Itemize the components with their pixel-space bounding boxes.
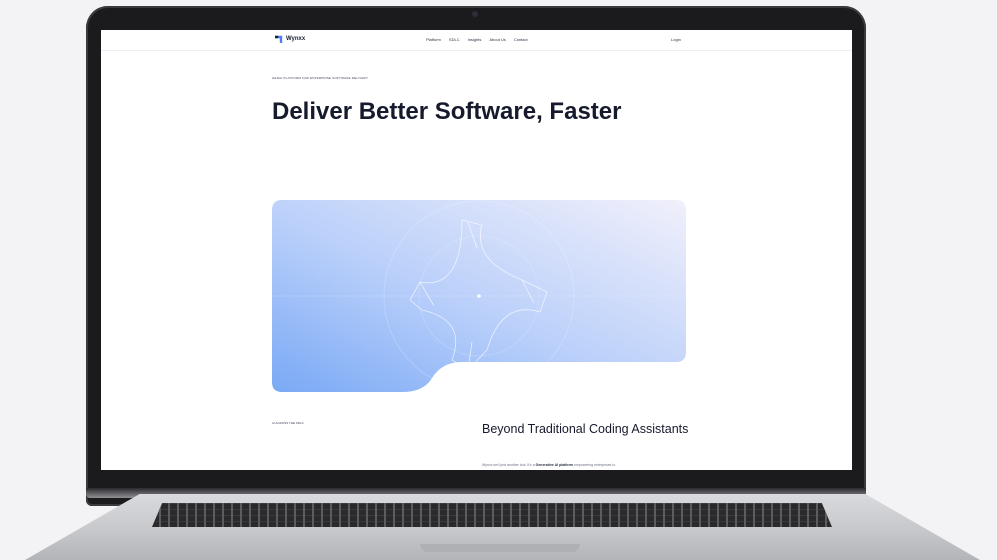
nav-links: Platform SDLC Insights About Us Contact: [426, 37, 528, 42]
webcam-icon: [472, 11, 478, 17]
section-body: Wynxx isn't just another tool. It's a Ge…: [482, 463, 702, 467]
keyboard: [152, 503, 832, 527]
section-body-text-end: empowering enterprises to: [573, 463, 616, 467]
laptop-notch: [420, 544, 580, 552]
section-eyebrow: AI ACROSS THE SDLC: [272, 421, 304, 425]
login-button[interactable]: Login: [671, 37, 681, 42]
brand-logo[interactable]: Wynxx: [275, 35, 305, 43]
nav-link-about-us[interactable]: About Us: [489, 37, 505, 42]
nav-link-contact[interactable]: Contact: [514, 37, 528, 42]
nav-link-sdlc[interactable]: SDLC: [449, 37, 460, 42]
hero-image: [272, 200, 686, 392]
hero-eyebrow: GenAI PLATFORM FOR ENTERPRISE SOFTWARE D…: [272, 76, 369, 80]
section-body-bold: Generative AI platform: [535, 463, 574, 467]
section-body-text: Wynxx isn't just another tool. It's a: [482, 463, 536, 467]
nav-link-insights[interactable]: Insights: [468, 37, 482, 42]
hero-title: Deliver Better Software, Faster: [272, 98, 622, 125]
top-navigation: Wynxx Platform SDLC Insights About Us Co…: [101, 30, 852, 51]
nav-link-platform[interactable]: Platform: [426, 37, 441, 42]
laptop-screen: Wynxx Platform SDLC Insights About Us Co…: [101, 30, 852, 470]
brand-name: Wynxx: [286, 36, 306, 42]
section-title: Beyond Traditional Coding Assistants: [482, 422, 689, 436]
wynxx-logo-icon: [275, 35, 283, 43]
